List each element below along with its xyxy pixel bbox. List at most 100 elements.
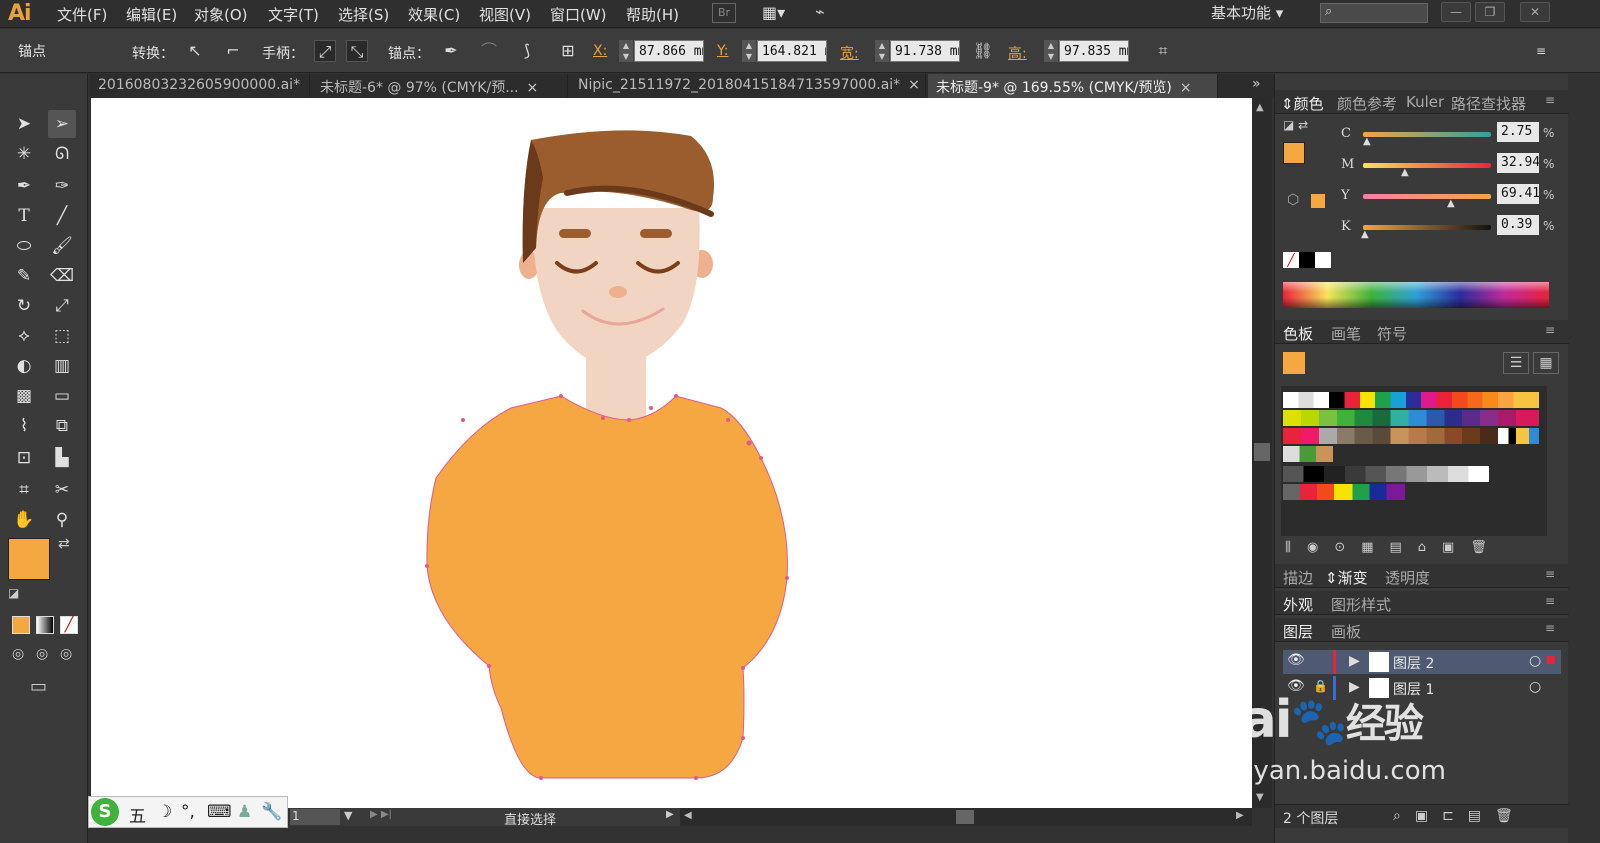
pen-tool-icon[interactable]: ✒ <box>10 172 38 200</box>
zoom-field[interactable]: 1 <box>290 809 340 825</box>
swatch-row-1[interactable] <box>1283 392 1539 408</box>
tabs-overflow-icon[interactable]: » <box>1252 76 1261 92</box>
cyan-thumb[interactable]: ▲ <box>1363 136 1371 147</box>
hscroll-thumb[interactable] <box>956 810 974 824</box>
color-spectrum[interactable] <box>1283 282 1549 308</box>
menu-window[interactable]: 窗口(W) <box>550 4 607 25</box>
panel-menu-icon[interactable]: ≡ <box>1545 621 1555 635</box>
show-handles-icon[interactable]: ⤢ <box>314 40 336 62</box>
x-field[interactable]: 87.866 mm <box>634 40 704 62</box>
punctuation-icon[interactable]: °, <box>181 802 195 822</box>
draw-behind-icon[interactable]: ◎ <box>36 646 48 662</box>
direct-selection-tool-icon[interactable]: ➢ <box>48 110 76 138</box>
wrench-icon[interactable]: 🔧 <box>261 802 282 822</box>
swatch-row-3[interactable] <box>1283 428 1539 444</box>
menu-effect[interactable]: 效果(C) <box>408 4 460 25</box>
close-icon[interactable]: × <box>1180 80 1192 96</box>
black-thumb[interactable]: ▲ <box>1361 229 1369 240</box>
scroll-up-icon[interactable]: ▲ <box>1256 102 1264 113</box>
keyboard-icon[interactable]: ⌨ <box>207 802 232 822</box>
layer-name[interactable]: 图层 2 <box>1393 653 1434 673</box>
hand-tool-icon[interactable]: ✋ <box>10 506 38 534</box>
control-menu-icon[interactable]: ≡ <box>1530 40 1552 62</box>
black-swatch[interactable] <box>1299 252 1315 268</box>
none-swatch[interactable]: ╱ <box>1283 252 1299 268</box>
swatch-actions-icons[interactable]: ⫼◉⊙▦▤⌂▣🗑 <box>1285 540 1503 555</box>
swatch-grid[interactable] <box>1281 386 1547 536</box>
scroll-right-icon[interactable]: ▶ <box>1236 810 1244 821</box>
layer-actions-icons[interactable]: ⌕▣⊏▤🗑 <box>1393 808 1527 824</box>
maximize-button[interactable]: ❐ <box>1475 2 1505 22</box>
menu-help[interactable]: 帮助(H) <box>626 4 679 25</box>
width-spinner[interactable]: ▲ ▼ <box>875 40 889 62</box>
tab-pathfinder[interactable]: 路径查找器 <box>1451 93 1526 114</box>
sogou-logo[interactable]: S <box>91 798 119 826</box>
convert-smooth-icon[interactable]: ⌐ <box>222 40 244 62</box>
moon-icon[interactable]: ☽ <box>157 802 172 822</box>
fill-stroke-toggle-icon[interactable]: ◪ ⇄ <box>1283 118 1308 132</box>
tab-gradient[interactable]: ⇕渐变 <box>1325 567 1368 588</box>
tab-stroke[interactable]: 描边 <box>1283 567 1313 588</box>
tab-kuler[interactable]: Kuler <box>1406 93 1444 111</box>
scale-tool-icon[interactable]: ⤢ <box>48 292 76 320</box>
swatch-row-4[interactable] <box>1283 446 1333 462</box>
tab-document-4[interactable]: 未标题-9* @ 169.55% (CMYK/预览) × <box>928 74 1218 98</box>
tab-swatches[interactable]: 色板 <box>1283 323 1313 344</box>
artboard-nav-icon[interactable]: ▶ ▶| <box>370 809 392 820</box>
constrain-proportions-icon[interactable]: ⛓ <box>972 40 994 62</box>
scroll-left-icon[interactable]: ◀ <box>684 810 692 821</box>
shape-builder-tool-icon[interactable]: ◐ <box>10 352 38 380</box>
color-fill-swatch[interactable] <box>1283 142 1305 164</box>
symbol-sprayer-tool-icon[interactable]: ⊡ <box>10 444 38 472</box>
cut-path-icon[interactable]: ⟆ <box>516 40 538 62</box>
blend-tool-icon[interactable]: ⧉ <box>48 412 76 440</box>
tab-symbols[interactable]: 符号 <box>1377 323 1407 344</box>
skin-icon[interactable]: ♟ <box>237 802 252 822</box>
horizontal-scrollbar[interactable]: ◀ ▶ <box>680 808 1252 826</box>
tab-artboards[interactable]: 画板 <box>1331 621 1361 642</box>
free-transform-tool-icon[interactable]: ⬚ <box>48 322 76 350</box>
target-icon[interactable]: ○ <box>1529 653 1541 669</box>
tab-brushes[interactable]: 画笔 <box>1331 323 1361 344</box>
scroll-thumb[interactable] <box>1254 443 1270 461</box>
tab-document-3[interactable]: Nipic_21511972_20180415184713597000.ai* × <box>570 74 926 98</box>
type-tool-icon[interactable]: T <box>10 202 38 230</box>
menu-type[interactable]: 文字(T) <box>268 4 319 25</box>
convert-corner-icon[interactable]: ↖ <box>184 40 206 62</box>
magic-wand-tool-icon[interactable]: ✳ <box>10 140 38 168</box>
cyan-value[interactable]: 2.75 <box>1497 122 1539 142</box>
reference-point-icon[interactable]: ⊞ <box>557 40 579 62</box>
width-tool-icon[interactable]: ⟡ <box>10 322 38 350</box>
curvature-tool-icon[interactable]: ✑ <box>48 172 76 200</box>
tab-transparency[interactable]: 透明度 <box>1385 567 1430 588</box>
none-mode-icon[interactable]: ╱ <box>60 616 78 634</box>
gpu-performance-icon[interactable]: ⌁ <box>815 2 841 24</box>
zoom-dropdown-icon[interactable]: ▼ <box>344 809 352 822</box>
hide-handles-icon[interactable]: ⤡ <box>346 40 368 62</box>
panel-menu-icon[interactable]: ≡ <box>1545 594 1555 608</box>
status-menu-icon[interactable]: ▶ <box>666 809 674 820</box>
artboard-tool-icon[interactable]: ⌗ <box>10 476 38 504</box>
target-icon[interactable]: ○ <box>1529 679 1541 695</box>
search-input[interactable]: ⌕ <box>1320 3 1428 23</box>
magenta-thumb[interactable]: ▲ <box>1401 167 1409 178</box>
draw-normal-icon[interactable]: ◎ <box>12 646 24 662</box>
panel-menu-icon[interactable]: ≡ <box>1545 93 1555 107</box>
black-slider[interactable] <box>1363 225 1491 230</box>
eraser-tool-icon[interactable]: ⌫ <box>48 262 76 290</box>
swatches-fill-swatch[interactable] <box>1283 352 1305 374</box>
white-swatch[interactable] <box>1315 252 1331 268</box>
tab-document-1[interactable]: 20160803232605900000.ai* × <box>90 74 310 98</box>
swatch-row-2[interactable] <box>1283 410 1539 426</box>
line-tool-icon[interactable]: ╱ <box>48 202 76 230</box>
panel-menu-icon[interactable]: ≡ <box>1545 567 1555 581</box>
menu-object[interactable]: 对象(O) <box>194 4 248 25</box>
tab-appearance[interactable]: 外观 <box>1283 594 1313 615</box>
layer-row[interactable]: 👁 ▶ 图层 2 ○ <box>1283 650 1561 674</box>
connect-anchors-icon[interactable]: ⌒ <box>478 40 500 62</box>
magenta-value[interactable]: 32.94 <box>1497 153 1539 173</box>
workspace-switcher[interactable]: 基本功能 ▾ <box>1211 2 1283 23</box>
magenta-slider[interactable] <box>1363 163 1491 168</box>
ellipse-tool-icon[interactable]: ⬭ <box>10 232 38 260</box>
zoom-tool-icon[interactable]: ⚲ <box>48 506 76 534</box>
